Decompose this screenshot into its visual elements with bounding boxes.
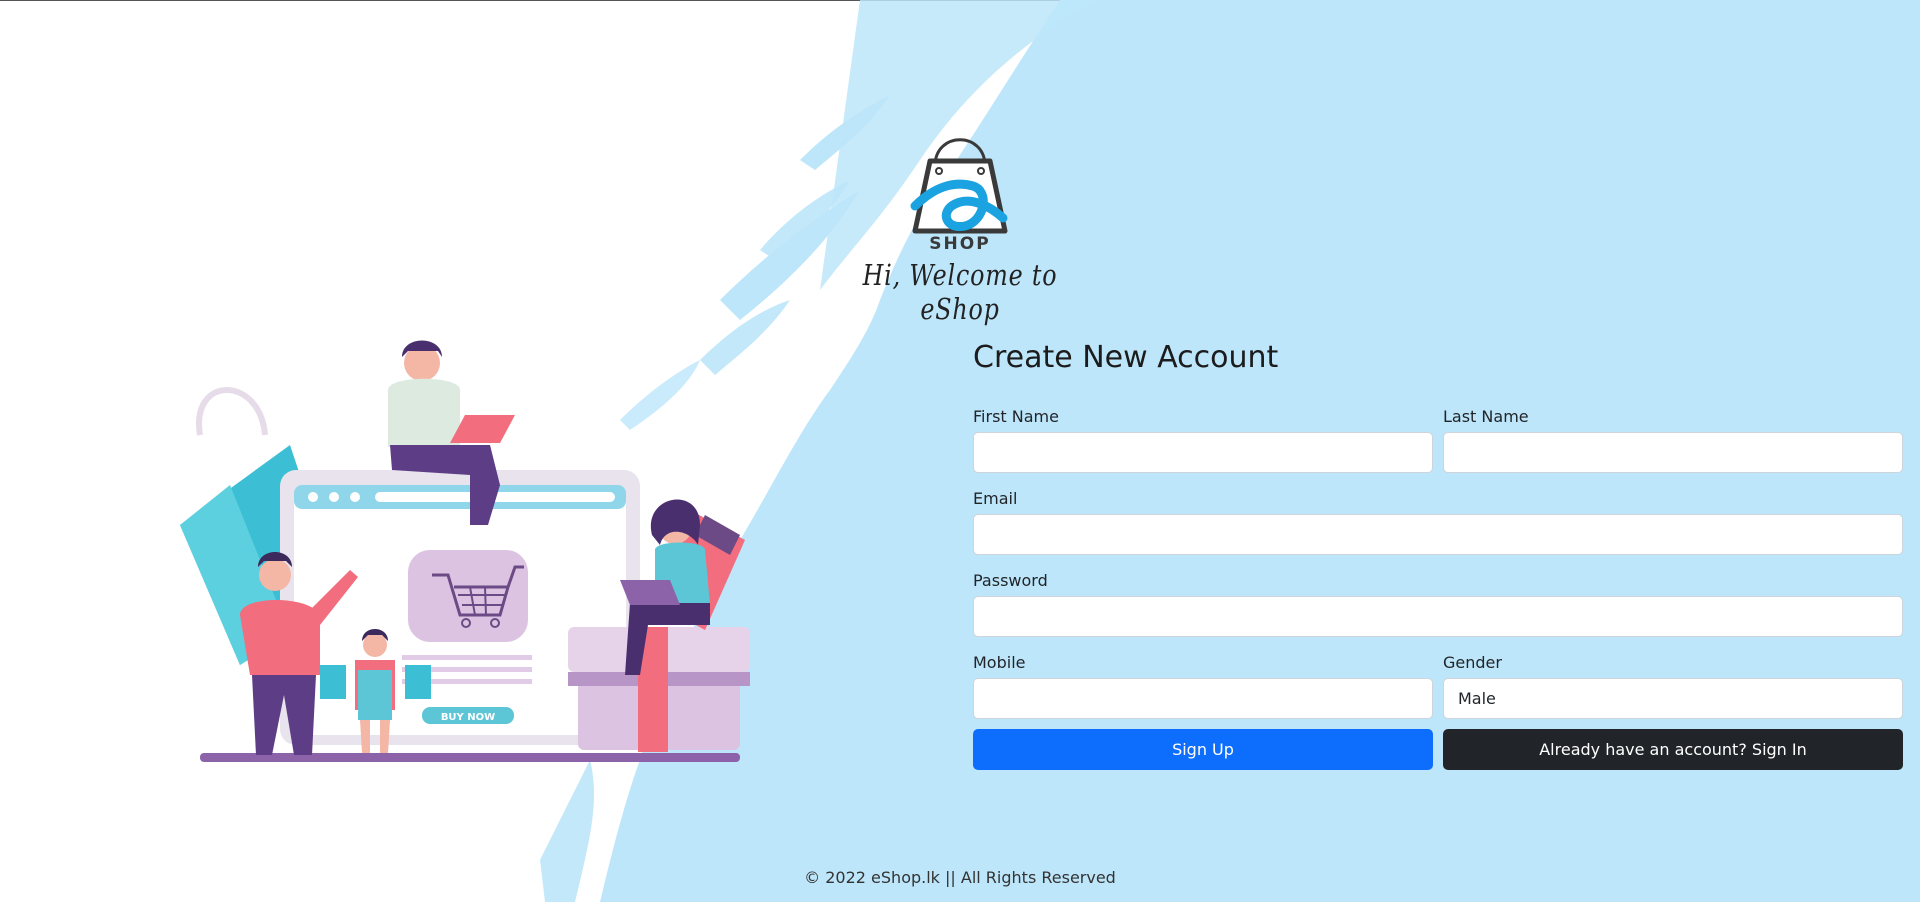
last-name-label: Last Name: [1443, 407, 1529, 426]
sign-up-button[interactable]: Sign Up: [973, 729, 1433, 770]
password-input[interactable]: [973, 596, 1903, 637]
gender-select[interactable]: Male: [1443, 678, 1903, 719]
email-input[interactable]: [973, 514, 1903, 555]
mobile-label: Mobile: [973, 653, 1026, 672]
form-title: Create New Account: [973, 340, 1279, 375]
last-name-input[interactable]: [1443, 432, 1903, 473]
email-label: Email: [973, 489, 1018, 508]
welcome-heading: Hi, Welcome to eShop: [862, 258, 1058, 326]
first-name-input[interactable]: [973, 432, 1433, 473]
password-label: Password: [973, 571, 1048, 590]
footer-copyright: © 2022 eShop.lk || All Rights Reserved: [804, 868, 1116, 887]
shopping-illustration: BUY NOW: [180, 340, 750, 762]
sign-in-button[interactable]: Already have an account? Sign In: [1443, 729, 1903, 770]
mobile-input[interactable]: [973, 678, 1433, 719]
logo-text: SHOP: [929, 234, 991, 254]
buy-now-label: BUY NOW: [441, 712, 495, 723]
first-name-label: First Name: [973, 407, 1059, 426]
gender-value: Male: [1458, 689, 1496, 708]
gender-label: Gender: [1443, 653, 1502, 672]
signup-form: Create New Account First Name Last Name …: [973, 340, 1903, 770]
